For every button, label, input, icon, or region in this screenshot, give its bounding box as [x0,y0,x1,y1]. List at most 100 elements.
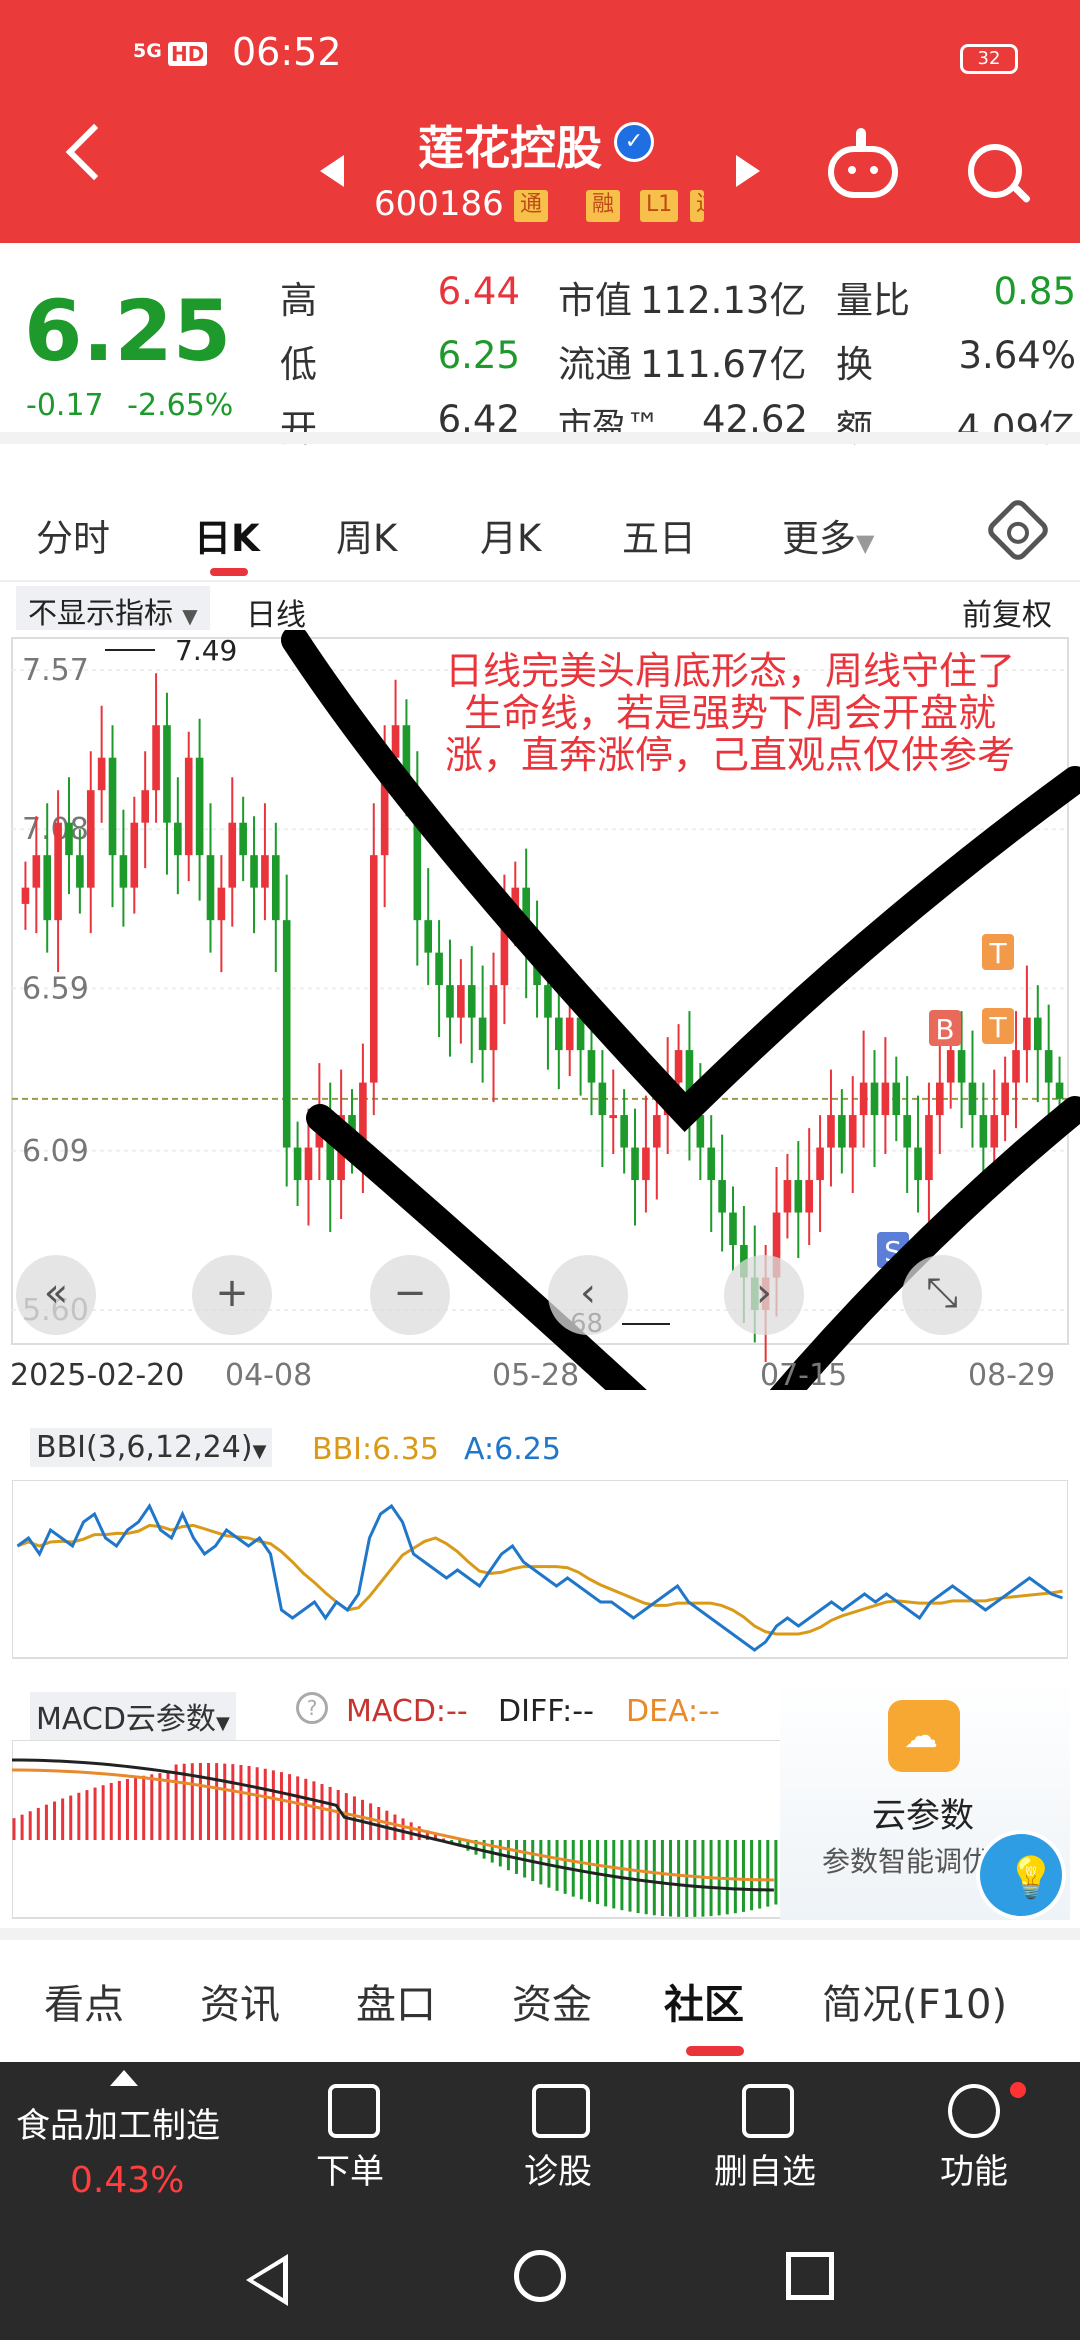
candle-body [54,822,62,921]
candle-body [304,1147,313,1181]
candle-body [598,1082,607,1116]
tab-active-indicator [686,2046,744,2056]
sector-name[interactable]: 食品加工制造 [16,2098,220,2147]
value-turnover: 3.64% [958,334,1076,377]
label-low: 低 [280,343,317,386]
candle-body [97,757,106,791]
bbi-selector[interactable]: BBI(3,6,12,24)▼ [30,1428,273,1467]
promo-subtitle: 参数智能调优 [822,1845,991,1878]
candle-body [141,790,149,823]
tab-news[interactable]: 资讯 [200,1972,280,2030]
candle-body [990,1115,999,1148]
signal-marker-label: B [935,1013,954,1046]
candle-body [424,920,433,953]
diagnose-button[interactable]: 诊股 [524,2144,592,2193]
current-price: 6.25 [24,282,232,380]
candle-body [707,1147,716,1181]
candle-body [478,1017,487,1051]
nav-recent-icon[interactable] [786,2252,834,2300]
candle-body [76,855,84,888]
candle-body [674,1050,683,1083]
cloud-icon: ☁ [888,1700,960,1772]
stock-code: 600186 [374,184,504,224]
adjust-toggle[interactable]: 前复权 [962,590,1052,634]
menu-icon [948,2084,1000,2138]
back-arrow-icon[interactable] [65,123,123,181]
candle-body [239,822,247,856]
nav-back-icon-inner [253,2262,283,2298]
remove-watchlist-icon [742,2084,794,2138]
divider [0,580,1080,582]
candle-body [217,887,226,921]
scroll-left-button[interactable]: ‹ [548,1255,628,1335]
candle-body [544,985,552,1018]
function-button[interactable]: 功能 [940,2144,1008,2193]
candle-body [642,1147,650,1181]
remove-watchlist-button[interactable]: 删自选 [714,2144,816,2193]
help-icon[interactable]: ? [296,1692,328,1724]
macd-selector[interactable]: MACD云参数▼ [30,1692,236,1740]
candle-body [282,920,291,1148]
candle-body [206,855,215,921]
macd-label: MACD:-- [346,1694,468,1729]
candle-body [174,822,182,856]
signal-indicator: 5G [133,40,162,62]
tab-daily-k[interactable]: 日K [194,508,260,562]
search-icon-handle [1010,183,1032,204]
candle-body [968,1082,977,1116]
candle-body [565,1017,574,1051]
candle-body [108,757,117,856]
zoom-out-button[interactable]: − [370,1255,450,1335]
chevron-down-icon: ▼ [856,529,875,557]
tag-more: 过 [690,190,704,222]
collapse-left-button[interactable]: « [16,1255,96,1335]
candle-body [1001,1082,1009,1116]
indicator-select[interactable]: 不显示指标 ▼ [16,586,210,630]
candle-body [163,725,171,823]
lightbulb-icon[interactable]: 💡 [976,1830,1066,1920]
fullscreen-button[interactable]: ⤡ [902,1255,982,1335]
candle-body [21,887,30,904]
cloud-params-promo[interactable]: ☁ 云参数 参数智能调优 💡 [780,1680,1070,1920]
expand-up-icon[interactable] [110,2070,138,2086]
candle-body [946,1050,955,1083]
tab-profile[interactable]: 简况(F10) [822,1972,1007,2030]
y-tick-label: 6.59 [22,971,89,1006]
candle-body [555,1017,563,1051]
bbi-line [16,1523,1063,1636]
tab-monthly-k[interactable]: 月K [480,508,541,562]
nav-home-icon[interactable] [514,2250,566,2302]
candle-body [369,855,378,1083]
tab-community[interactable]: 社区 [664,1972,744,2030]
next-stock-icon[interactable] [736,155,760,187]
tab-five-day[interactable]: 五日 [622,508,696,562]
candle-body [903,1115,911,1148]
candle-body [718,1180,726,1213]
divider [0,432,1080,444]
battery-indicator: 32 [960,44,1018,74]
prev-stock-icon[interactable] [320,155,344,187]
tab-highlights[interactable]: 看点 [44,1972,124,2030]
candle-body [816,1147,824,1181]
promo-title: 云参数 [872,1796,974,1836]
scroll-right-button[interactable]: › [724,1255,804,1335]
candle-body [119,855,128,888]
candle-body [914,1147,922,1181]
macd-chart [12,1740,782,1919]
robot-assistant-icon[interactable] [828,146,898,198]
tab-orderbook[interactable]: 盘口 [356,1972,436,2030]
candle-body [1044,1050,1053,1083]
candle-body [620,1115,628,1148]
candle-body [827,1115,835,1148]
tab-intraday[interactable]: 分时 [36,508,110,562]
candle-body [587,1050,596,1083]
zoom-in-button[interactable]: + [192,1255,272,1335]
tab-funds[interactable]: 资金 [512,1972,592,2030]
tab-weekly-k[interactable]: 周K [336,508,397,562]
candle-body [794,1180,803,1213]
candle-body [729,1212,737,1246]
candle-body [184,757,193,856]
tab-more[interactable]: 更多▼ [782,508,874,562]
order-button[interactable]: 下单 [316,2144,384,2193]
settings-icon[interactable] [984,496,1052,564]
